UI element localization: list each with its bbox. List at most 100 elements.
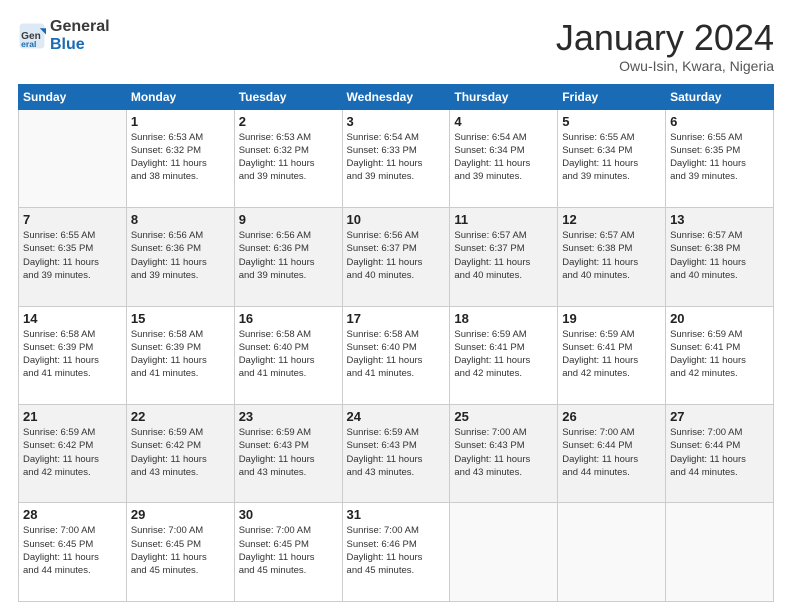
col-header-thursday: Thursday xyxy=(450,84,558,109)
calendar-cell: 1 Sunrise: 6:53 AMSunset: 6:32 PMDaylight… xyxy=(126,109,234,207)
day-info: Sunrise: 6:56 AMSunset: 6:36 PMDaylight:… xyxy=(131,229,230,282)
day-number: 29 xyxy=(131,507,230,522)
logo-general: General xyxy=(50,18,110,35)
day-info: Sunrise: 7:00 AMSunset: 6:46 PMDaylight:… xyxy=(347,524,446,577)
calendar-cell: 24 Sunrise: 6:59 AMSunset: 6:43 PMDayligh… xyxy=(342,405,450,503)
calendar-cell: 27Sunrise: 7:00 AMSunset: 6:44 PMDayligh… xyxy=(666,405,774,503)
calendar-cell: 9Sunrise: 6:56 AMSunset: 6:36 PMDaylight… xyxy=(234,208,342,306)
day-number: 6 xyxy=(670,114,769,129)
calendar-week-row: 7 Sunrise: 6:55 AMSunset: 6:35 PMDaylight… xyxy=(19,208,774,306)
day-number: 5 xyxy=(562,114,661,129)
day-number: 11 xyxy=(454,212,553,227)
logo-icon: Gen eral xyxy=(18,22,46,50)
calendar-cell: 18Sunrise: 6:59 AMSunset: 6:41 PMDayligh… xyxy=(450,306,558,404)
calendar-cell: 4 Sunrise: 6:54 AMSunset: 6:34 PMDaylight… xyxy=(450,109,558,207)
day-info: Sunrise: 6:55 AMSunset: 6:35 PMDaylight:… xyxy=(670,131,769,184)
col-header-wednesday: Wednesday xyxy=(342,84,450,109)
day-info: Sunrise: 7:00 AMSunset: 6:44 PMDaylight:… xyxy=(562,426,661,479)
day-number: 12 xyxy=(562,212,661,227)
calendar-cell: 5 Sunrise: 6:55 AMSunset: 6:34 PMDaylight… xyxy=(558,109,666,207)
calendar-cell xyxy=(558,503,666,602)
calendar-cell xyxy=(666,503,774,602)
logo: Gen eral General Blue xyxy=(18,18,110,53)
calendar-page: Gen eral General Blue January 2024 Owu-I… xyxy=(0,0,792,612)
day-info: Sunrise: 6:53 AMSunset: 6:32 PMDaylight:… xyxy=(131,131,230,184)
calendar-week-row: 28 Sunrise: 7:00 AMSunset: 6:45 PMDayligh… xyxy=(19,503,774,602)
calendar-cell: 8 Sunrise: 6:56 AMSunset: 6:36 PMDaylight… xyxy=(126,208,234,306)
calendar-cell: 3Sunrise: 6:54 AMSunset: 6:33 PMDaylight… xyxy=(342,109,450,207)
day-info: Sunrise: 6:58 AMSunset: 6:39 PMDaylight:… xyxy=(131,328,230,381)
logo-blue: Blue xyxy=(50,36,85,53)
calendar-cell: 2Sunrise: 6:53 AMSunset: 6:32 PMDaylight… xyxy=(234,109,342,207)
col-header-saturday: Saturday xyxy=(666,84,774,109)
calendar-cell: 10Sunrise: 6:56 AMSunset: 6:37 PMDayligh… xyxy=(342,208,450,306)
day-number: 3 xyxy=(347,114,446,129)
day-info: Sunrise: 6:59 AMSunset: 6:41 PMDaylight:… xyxy=(562,328,661,381)
calendar-cell: 16 Sunrise: 6:58 AMSunset: 6:40 PMDayligh… xyxy=(234,306,342,404)
day-number: 16 xyxy=(239,311,338,326)
day-info: Sunrise: 6:59 AMSunset: 6:43 PMDaylight:… xyxy=(347,426,446,479)
calendar-cell: 14Sunrise: 6:58 AMSunset: 6:39 PMDayligh… xyxy=(19,306,127,404)
calendar-cell xyxy=(450,503,558,602)
day-number: 20 xyxy=(670,311,769,326)
calendar-title: January 2024 xyxy=(556,18,774,58)
day-number: 7 xyxy=(23,212,122,227)
day-info: Sunrise: 6:58 AMSunset: 6:40 PMDaylight:… xyxy=(239,328,338,381)
day-info: Sunrise: 6:55 AMSunset: 6:34 PMDaylight:… xyxy=(562,131,661,184)
calendar-cell: 23 Sunrise: 6:59 AMSunset: 6:43 PMDayligh… xyxy=(234,405,342,503)
day-info: Sunrise: 6:54 AMSunset: 6:34 PMDaylight:… xyxy=(454,131,553,184)
day-info: Sunrise: 6:57 AMSunset: 6:38 PMDaylight:… xyxy=(562,229,661,282)
day-info: Sunrise: 6:55 AMSunset: 6:35 PMDaylight:… xyxy=(23,229,122,282)
day-number: 4 xyxy=(454,114,553,129)
day-info: Sunrise: 7:00 AMSunset: 6:45 PMDaylight:… xyxy=(239,524,338,577)
day-info: Sunrise: 7:00 AMSunset: 6:44 PMDaylight:… xyxy=(670,426,769,479)
day-info: Sunrise: 6:59 AMSunset: 6:43 PMDaylight:… xyxy=(239,426,338,479)
day-number: 19 xyxy=(562,311,661,326)
day-info: Sunrise: 7:00 AMSunset: 6:45 PMDaylight:… xyxy=(131,524,230,577)
calendar-week-row: 14 Sunrise: 6:58 AMSunset: 6:39 PMDayligh… xyxy=(19,306,774,404)
day-info: Sunrise: 6:59 AMSunset: 6:42 PMDaylight:… xyxy=(131,426,230,479)
day-number: 30 xyxy=(239,507,338,522)
day-number: 1 xyxy=(131,114,230,129)
day-number: 22 xyxy=(131,409,230,424)
day-number: 28 xyxy=(23,507,122,522)
calendar-subtitle: Owu-Isin, Kwara, Nigeria xyxy=(556,58,774,74)
day-info: Sunrise: 6:53 AMSunset: 6:32 PMDaylight:… xyxy=(239,131,338,184)
day-info: Sunrise: 6:57 AMSunset: 6:37 PMDaylight:… xyxy=(454,229,553,282)
calendar-week-row: 1 Sunrise: 6:53 AMSunset: 6:32 PMDaylight… xyxy=(19,109,774,207)
day-number: 25 xyxy=(454,409,553,424)
calendar-cell: 29 Sunrise: 7:00 AMSunset: 6:45 PMDayligh… xyxy=(126,503,234,602)
day-info: Sunrise: 7:00 AMSunset: 6:43 PMDaylight:… xyxy=(454,426,553,479)
col-header-sunday: Sunday xyxy=(19,84,127,109)
col-header-tuesday: Tuesday xyxy=(234,84,342,109)
day-number: 21 xyxy=(23,409,122,424)
calendar-table: SundayMondayTuesdayWednesdayThursdayFrid… xyxy=(18,84,774,602)
calendar-cell: 6 Sunrise: 6:55 AMSunset: 6:35 PMDaylight… xyxy=(666,109,774,207)
day-info: Sunrise: 6:58 AMSunset: 6:40 PMDaylight:… xyxy=(347,328,446,381)
day-info: Sunrise: 6:59 AMSunset: 6:41 PMDaylight:… xyxy=(454,328,553,381)
calendar-cell xyxy=(19,109,127,207)
day-number: 14 xyxy=(23,311,122,326)
col-header-monday: Monday xyxy=(126,84,234,109)
calendar-cell: 28 Sunrise: 7:00 AMSunset: 6:45 PMDayligh… xyxy=(19,503,127,602)
calendar-cell: 22 Sunrise: 6:59 AMSunset: 6:42 PMDayligh… xyxy=(126,405,234,503)
day-info: Sunrise: 7:00 AMSunset: 6:45 PMDaylight:… xyxy=(23,524,122,577)
calendar-cell: 19 Sunrise: 6:59 AMSunset: 6:41 PMDayligh… xyxy=(558,306,666,404)
day-info: Sunrise: 6:59 AMSunset: 6:41 PMDaylight:… xyxy=(670,328,769,381)
title-block: January 2024 Owu-Isin, Kwara, Nigeria xyxy=(556,18,774,74)
day-number: 23 xyxy=(239,409,338,424)
day-number: 31 xyxy=(347,507,446,522)
calendar-cell: 21 Sunrise: 6:59 AMSunset: 6:42 PMDayligh… xyxy=(19,405,127,503)
day-number: 24 xyxy=(347,409,446,424)
svg-text:eral: eral xyxy=(21,38,36,48)
day-number: 8 xyxy=(131,212,230,227)
day-number: 9 xyxy=(239,212,338,227)
calendar-cell: 31 Sunrise: 7:00 AMSunset: 6:46 PMDayligh… xyxy=(342,503,450,602)
calendar-cell: 20 Sunrise: 6:59 AMSunset: 6:41 PMDayligh… xyxy=(666,306,774,404)
calendar-cell: 13Sunrise: 6:57 AMSunset: 6:38 PMDayligh… xyxy=(666,208,774,306)
calendar-week-row: 21 Sunrise: 6:59 AMSunset: 6:42 PMDayligh… xyxy=(19,405,774,503)
day-info: Sunrise: 6:59 AMSunset: 6:42 PMDaylight:… xyxy=(23,426,122,479)
calendar-cell: 7 Sunrise: 6:55 AMSunset: 6:35 PMDaylight… xyxy=(19,208,127,306)
day-number: 13 xyxy=(670,212,769,227)
header: Gen eral General Blue January 2024 Owu-I… xyxy=(18,18,774,74)
